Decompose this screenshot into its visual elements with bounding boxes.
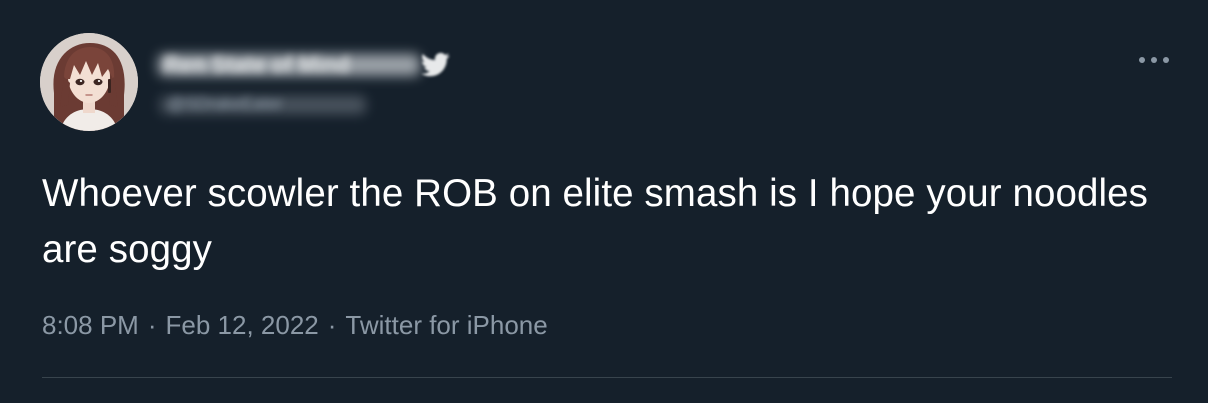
separator: · (147, 310, 157, 340)
more-options-icon[interactable] (1136, 50, 1172, 70)
avatar[interactable] (40, 33, 138, 131)
author-block[interactable]: Ren State of Mind @SDrakeEater (148, 30, 508, 140)
tweet-source[interactable]: Twitter for iPhone (345, 310, 547, 340)
display-name[interactable]: Ren State of Mind (164, 52, 350, 78)
tweet-text: Whoever scowler the ROB on elite smash i… (42, 172, 1149, 271)
divider (42, 377, 1172, 378)
handle[interactable]: @SDrakeEater (168, 94, 283, 114)
avatar-illustration (40, 33, 138, 131)
tweet-card: Ren State of Mind @SDrakeEater Whoever s… (0, 0, 1208, 403)
twitter-bird-icon (421, 52, 450, 77)
tweet-metadata: 8:08 PM · Feb 12, 2022 · Twitter for iPhone (42, 310, 548, 341)
separator: · (327, 310, 337, 340)
tweet-date[interactable]: Feb 12, 2022 (166, 310, 319, 340)
tweet-time[interactable]: 8:08 PM (42, 310, 139, 340)
